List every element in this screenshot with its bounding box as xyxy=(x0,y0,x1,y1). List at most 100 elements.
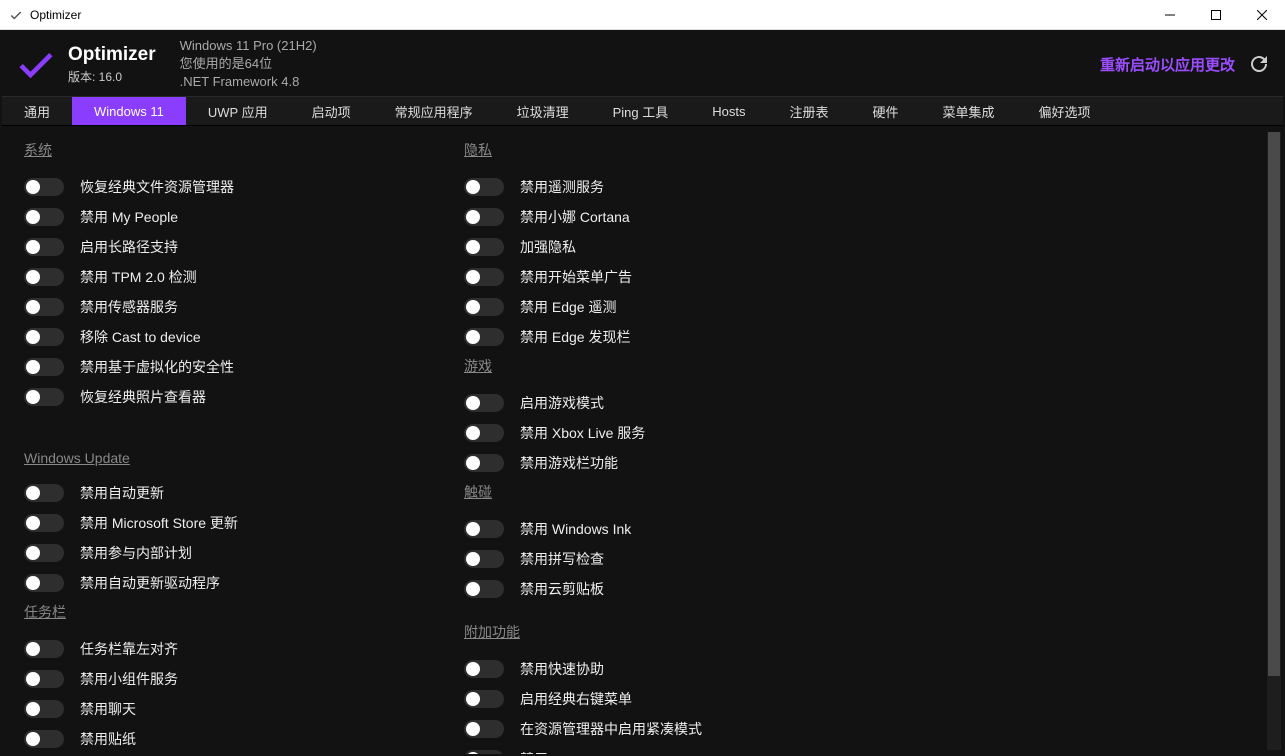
group-system[interactable]: 系统 xyxy=(24,140,464,160)
minimize-button[interactable] xyxy=(1147,0,1193,30)
refresh-icon[interactable] xyxy=(1245,50,1273,78)
tab-uwp[interactable]: UWP 应用 xyxy=(186,97,290,125)
system-row-1-toggle[interactable] xyxy=(24,208,64,226)
scrollbar-thumb[interactable] xyxy=(1268,132,1280,676)
taskbar-row-0-label: 任务栏靠左对齐 xyxy=(80,639,178,659)
extras-row-0: 禁用快速协助 xyxy=(464,654,904,684)
taskbar-row-1-toggle[interactable] xyxy=(24,670,64,688)
extras-row-2-toggle[interactable] xyxy=(464,720,504,738)
vertical-scrollbar[interactable] xyxy=(1267,132,1281,750)
extras-row-0-toggle[interactable] xyxy=(464,660,504,678)
group-gaming[interactable]: 游戏 xyxy=(464,356,904,376)
system-row-2-label: 启用长路径支持 xyxy=(80,237,178,257)
app-header: Optimizer 版本: 16.0 Windows 11 Pro (21H2)… xyxy=(2,32,1283,96)
privacy-row-5: 禁用 Edge 发现栏 xyxy=(464,322,904,352)
system-row-3-toggle[interactable] xyxy=(24,268,64,286)
touch-row-0-label: 禁用 Windows Ink xyxy=(520,519,631,539)
wu-row-3: 禁用自动更新驱动程序 xyxy=(24,568,464,598)
tab-ping[interactable]: Ping 工具 xyxy=(591,97,691,125)
privacy-row-5-label: 禁用 Edge 发现栏 xyxy=(520,327,630,347)
app-version: 版本: 16.0 xyxy=(68,68,156,85)
extras-row-1: 启用经典右键菜单 xyxy=(464,684,904,714)
app-frame: Optimizer 版本: 16.0 Windows 11 Pro (21H2)… xyxy=(0,30,1285,756)
group-privacy[interactable]: 隐私 xyxy=(464,140,904,160)
app-icon-small xyxy=(8,7,24,23)
wu-row-2-label: 禁用参与内部计划 xyxy=(80,543,192,563)
taskbar-row-0-toggle[interactable] xyxy=(24,640,64,658)
tab-bar: 通用Windows 11UWP 应用启动项常规应用程序垃圾清理Ping 工具Ho… xyxy=(2,96,1283,126)
extras-row-2-label: 在资源管理器中启用紧凑模式 xyxy=(520,719,702,739)
tab-prefs[interactable]: 偏好选项 xyxy=(1017,97,1113,125)
taskbar-row-3: 禁用贴纸 xyxy=(24,724,464,754)
group-touch[interactable]: 触碰 xyxy=(464,482,904,502)
gaming-row-2-label: 禁用游戏栏功能 xyxy=(520,453,618,473)
column-right: 隐私禁用遥测服务禁用小娜 Cortana加强隐私禁用开始菜单广告禁用 Edge … xyxy=(464,140,904,740)
privacy-row-1-toggle[interactable] xyxy=(464,208,504,226)
arch-line: 您使用的是64位 xyxy=(180,55,317,73)
privacy-row-4-label: 禁用 Edge 遥测 xyxy=(520,297,616,317)
privacy-row-3-toggle[interactable] xyxy=(464,268,504,286)
taskbar-row-1: 禁用小组件服务 xyxy=(24,664,464,694)
wu-row-2: 禁用参与内部计划 xyxy=(24,538,464,568)
gaming-row-2-toggle[interactable] xyxy=(464,454,504,472)
tab-menu[interactable]: 菜单集成 xyxy=(921,97,1017,125)
gaming-row-1-toggle[interactable] xyxy=(464,424,504,442)
wu-row-3-toggle[interactable] xyxy=(24,574,64,592)
taskbar-row-2-toggle[interactable] xyxy=(24,700,64,718)
group-extras[interactable]: 附加功能 xyxy=(464,622,904,642)
touch-row-1-label: 禁用拼写检查 xyxy=(520,549,604,569)
os-line: Windows 11 Pro (21H2) xyxy=(180,37,317,55)
tab-registry[interactable]: 注册表 xyxy=(768,97,851,125)
system-row-7: 恢复经典照片查看器 xyxy=(24,382,464,412)
tab-startup[interactable]: 启动项 xyxy=(290,97,373,125)
gaming-row-0: 启用游戏模式 xyxy=(464,388,904,418)
system-row-2-toggle[interactable] xyxy=(24,238,64,256)
privacy-row-5-toggle[interactable] xyxy=(464,328,504,346)
tab-win11[interactable]: Windows 11 xyxy=(72,97,186,125)
extras-row-1-toggle[interactable] xyxy=(464,690,504,708)
privacy-row-2-toggle[interactable] xyxy=(464,238,504,256)
tab-apps[interactable]: 常规应用程序 xyxy=(373,97,495,125)
privacy-row-4-toggle[interactable] xyxy=(464,298,504,316)
system-info: Windows 11 Pro (21H2) 您使用的是64位 .NET Fram… xyxy=(180,37,317,92)
system-row-4-toggle[interactable] xyxy=(24,298,64,316)
extras-row-1-label: 启用经典右键菜单 xyxy=(520,689,632,709)
touch-row-0-toggle[interactable] xyxy=(464,520,504,538)
window-controls xyxy=(1147,0,1285,30)
group-taskbar[interactable]: 任务栏 xyxy=(24,602,464,622)
tab-hosts[interactable]: Hosts xyxy=(690,97,767,125)
tab-cleaner[interactable]: 垃圾清理 xyxy=(495,97,591,125)
privacy-row-4: 禁用 Edge 遥测 xyxy=(464,292,904,322)
extras-row-3-toggle[interactable] xyxy=(464,750,504,754)
maximize-button[interactable] xyxy=(1193,0,1239,30)
close-button[interactable] xyxy=(1239,0,1285,30)
taskbar-row-0: 任务栏靠左对齐 xyxy=(24,634,464,664)
system-row-0-label: 恢复经典文件资源管理器 xyxy=(80,177,234,197)
touch-row-0: 禁用 Windows Ink xyxy=(464,514,904,544)
wu-row-1: 禁用 Microsoft Store 更新 xyxy=(24,508,464,538)
system-row-6-toggle[interactable] xyxy=(24,358,64,376)
touch-row-2-toggle[interactable] xyxy=(464,580,504,598)
privacy-row-1-label: 禁用小娜 Cortana xyxy=(520,207,630,227)
tab-general[interactable]: 通用 xyxy=(2,97,72,125)
gaming-row-0-toggle[interactable] xyxy=(464,394,504,412)
extras-row-0-label: 禁用快速协助 xyxy=(520,659,604,679)
gaming-row-1-label: 禁用 Xbox Live 服务 xyxy=(520,423,645,443)
system-row-5-toggle[interactable] xyxy=(24,328,64,346)
tab-hardware[interactable]: 硬件 xyxy=(851,97,921,125)
wu-row-2-toggle[interactable] xyxy=(24,544,64,562)
system-row-7-toggle[interactable] xyxy=(24,388,64,406)
system-row-4: 禁用传感器服务 xyxy=(24,292,464,322)
privacy-row-0-toggle[interactable] xyxy=(464,178,504,196)
system-row-7-label: 恢复经典照片查看器 xyxy=(80,387,206,407)
touch-row-1-toggle[interactable] xyxy=(464,550,504,568)
wu-row-1-toggle[interactable] xyxy=(24,514,64,532)
taskbar-row-3-toggle[interactable] xyxy=(24,730,64,748)
restart-notice[interactable]: 重新启动以应用更改 xyxy=(1100,54,1235,75)
privacy-row-0-label: 禁用遥测服务 xyxy=(520,177,604,197)
privacy-row-0: 禁用遥测服务 xyxy=(464,172,904,202)
wu-row-0-label: 禁用自动更新 xyxy=(80,483,164,503)
system-row-0-toggle[interactable] xyxy=(24,178,64,196)
group-windows-update[interactable]: Windows Update xyxy=(24,450,464,466)
wu-row-0-toggle[interactable] xyxy=(24,484,64,502)
